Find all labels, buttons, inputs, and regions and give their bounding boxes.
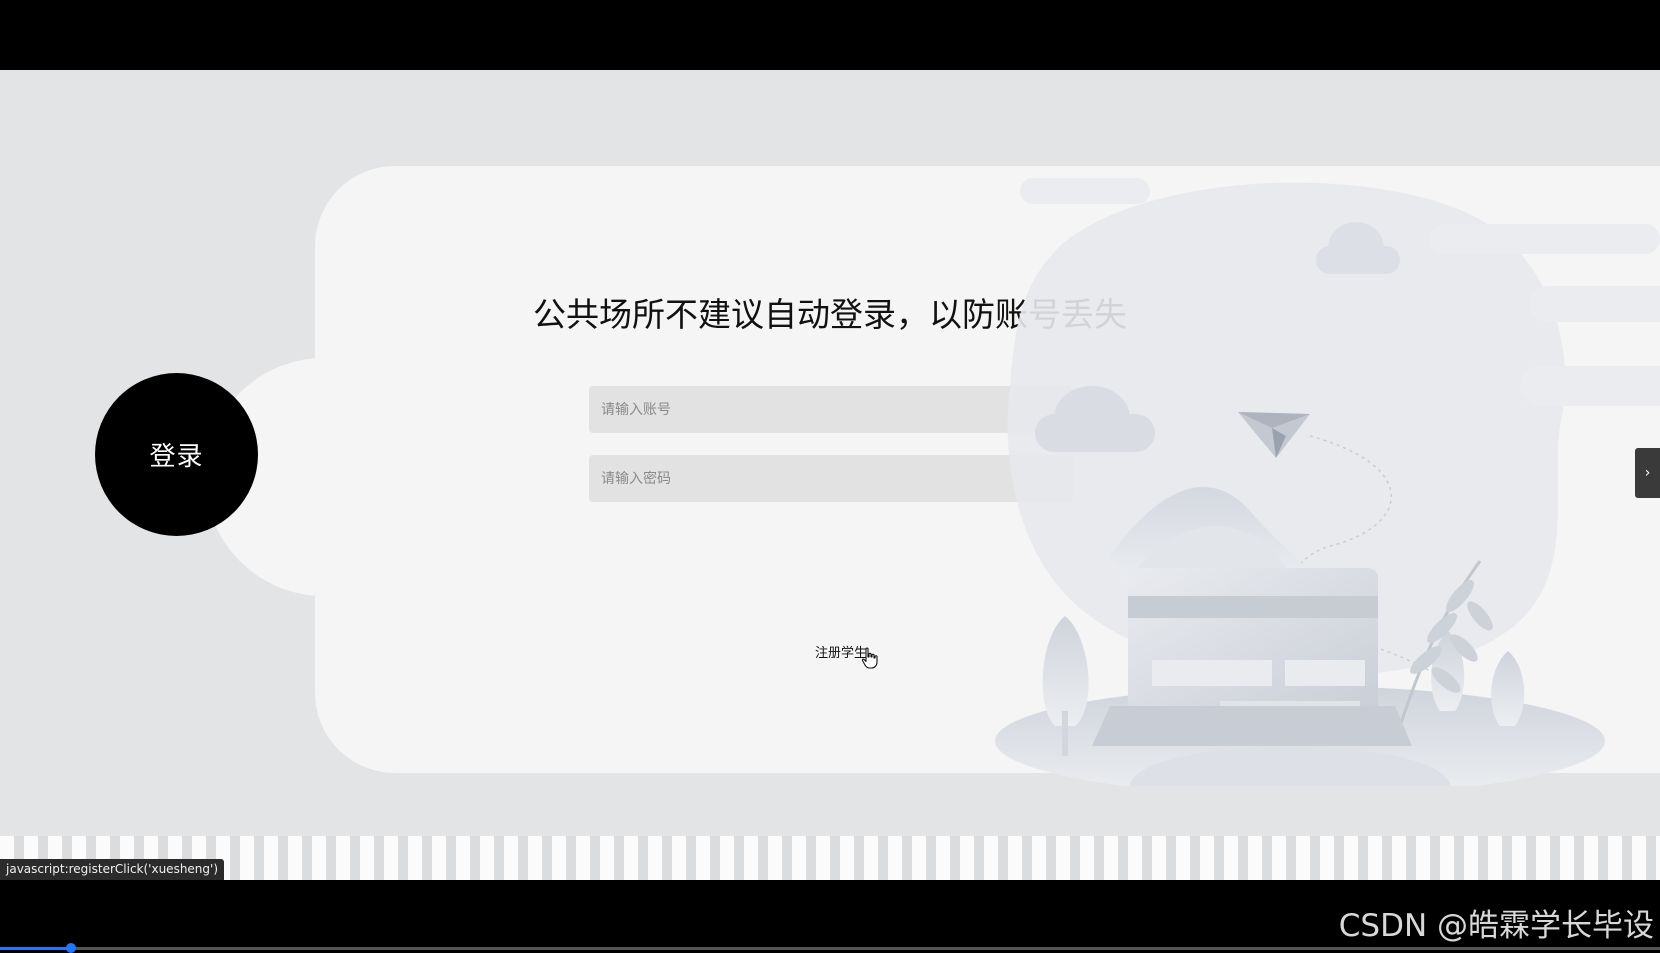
cloud-streak [1530,286,1660,322]
watermark: CSDN @皓霖学长毕设 [1338,908,1654,944]
card-body [1092,568,1412,746]
video-progress-knob[interactable] [66,943,77,953]
top-black-bar [0,0,1660,70]
side-toggle-button[interactable]: › [1635,448,1660,498]
striped-footer-band [0,836,1660,880]
chevron-right-icon: › [1644,465,1651,481]
status-bar-url: javascript:registerClick('xuesheng') [0,859,225,880]
login-badge: 登录 [95,373,258,536]
video-bottom-bar: CSDN @皓霖学长毕设 [0,880,1660,953]
login-badge-label: 登录 [149,442,204,472]
cloud-streak [1020,178,1150,204]
hand-pointer-icon [861,647,878,669]
card-illustration [995,178,1660,786]
cloud-streak [1520,366,1660,406]
register-student-link[interactable]: 注册学生 [815,642,867,661]
screen: 登录 公共场所不建议自动登录，以防账号丢失 注册学生 [0,0,1660,953]
login-page: 登录 公共场所不建议自动登录，以防账号丢失 注册学生 [0,70,1660,880]
cloud-streak [1430,224,1660,254]
